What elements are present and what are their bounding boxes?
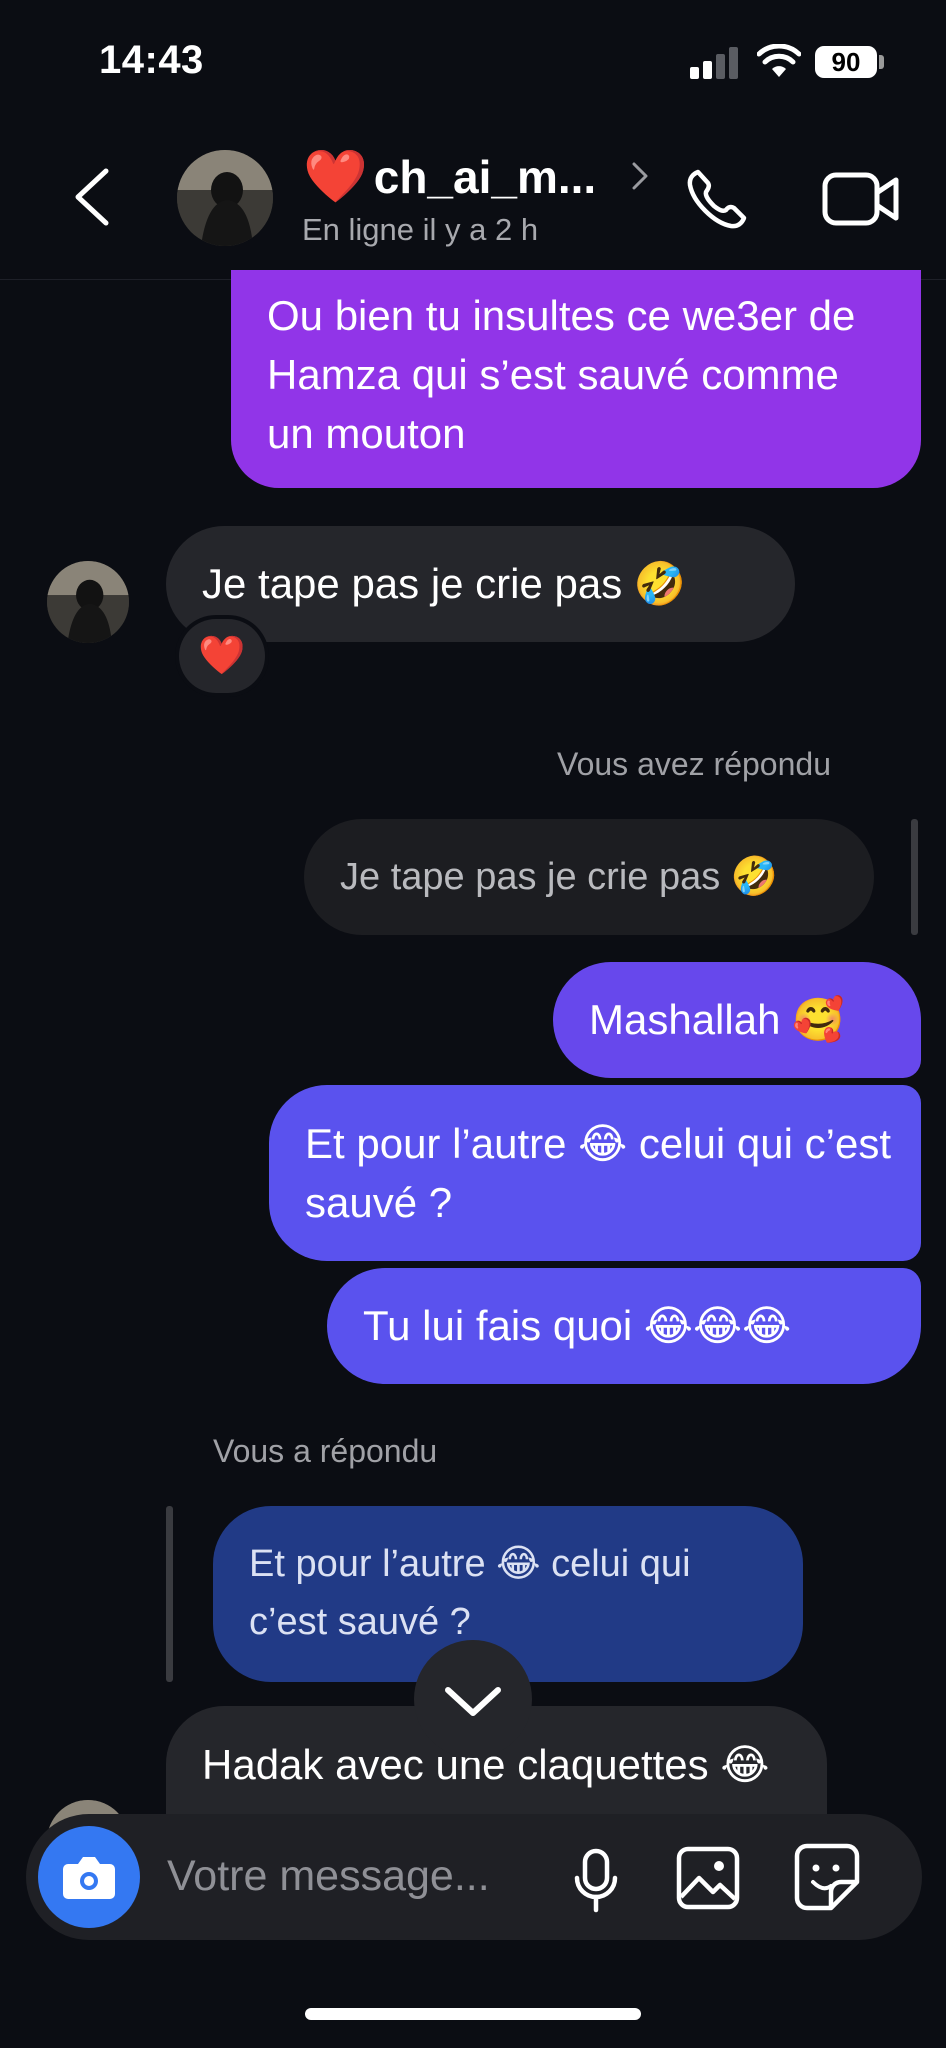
message-text: Tu lui fais quoi 😂😂😂 xyxy=(363,1302,792,1349)
reply-indicator-bar xyxy=(166,1506,173,1682)
message-text: Et pour l’autre 😂 celui qui c’est sauvé … xyxy=(305,1120,892,1226)
reply-indicator-bar xyxy=(911,819,918,935)
message-bubble-incoming[interactable]: Je tape pas je crie pas 🤣 xyxy=(166,526,795,642)
back-chevron-icon[interactable] xyxy=(70,165,114,229)
contact-online-status: En ligne il y a 2 h xyxy=(302,212,539,247)
reply-quote-text: Je tape pas je crie pas 🤣 xyxy=(340,856,779,898)
reply-label: Vous a répondu xyxy=(213,1433,438,1469)
camera-icon xyxy=(63,1857,115,1899)
message-bubble-outgoing[interactable]: Ou bien tu insultes ce we3er de Hamza qu… xyxy=(231,270,921,488)
phone-call-icon[interactable] xyxy=(684,166,750,232)
message-text: Ou bien tu insultes ce we3er de Hamza qu… xyxy=(267,292,856,457)
contact-avatar[interactable] xyxy=(177,150,273,246)
image-gallery-icon[interactable] xyxy=(675,1845,741,1911)
chevron-right-icon[interactable] xyxy=(628,158,652,194)
avatar-image xyxy=(47,561,129,643)
home-indicator xyxy=(305,2008,641,2020)
message-input[interactable] xyxy=(167,1846,537,1906)
heart-emoji: ❤️ xyxy=(303,148,368,206)
chevron-down-icon xyxy=(445,1687,501,1716)
message-bubble-outgoing[interactable]: Et pour l’autre 😂 celui qui c’est sauvé … xyxy=(269,1085,921,1261)
sender-avatar[interactable] xyxy=(47,561,129,643)
reply-quote-text: Et pour l’autre 😂 celui qui c’est sauvé … xyxy=(249,1543,691,1643)
scroll-to-bottom-button[interactable] xyxy=(414,1640,532,1758)
avatar-image xyxy=(177,150,273,246)
wifi-icon xyxy=(757,44,801,77)
contact-username: ch_ai_m... xyxy=(373,151,597,203)
sticker-icon[interactable] xyxy=(793,1842,861,1912)
reply-label: Vous avez répondu xyxy=(557,746,831,782)
contact-name[interactable]: ❤️ ch_ai_m... xyxy=(303,150,596,204)
battery-tip xyxy=(879,55,884,69)
heart-reaction[interactable]: ❤️ xyxy=(179,619,265,693)
reply-quote-bubble[interactable]: Je tape pas je crie pas 🤣 xyxy=(304,819,874,935)
message-text: Mashallah 🥰 xyxy=(589,996,845,1043)
camera-button[interactable] xyxy=(38,1826,140,1928)
video-call-icon[interactable] xyxy=(822,170,900,228)
message-bubble-outgoing[interactable]: Mashallah 🥰 xyxy=(553,962,921,1078)
microphone-icon[interactable] xyxy=(572,1848,620,1914)
cellular-signal-icon xyxy=(690,47,738,79)
message-text: Je tape pas je crie pas 🤣 xyxy=(202,560,687,607)
message-bubble-outgoing[interactable]: Tu lui fais quoi 😂😂😂 xyxy=(327,1268,921,1384)
status-time: 14:43 xyxy=(99,38,204,82)
battery-indicator: 90 xyxy=(815,46,877,78)
